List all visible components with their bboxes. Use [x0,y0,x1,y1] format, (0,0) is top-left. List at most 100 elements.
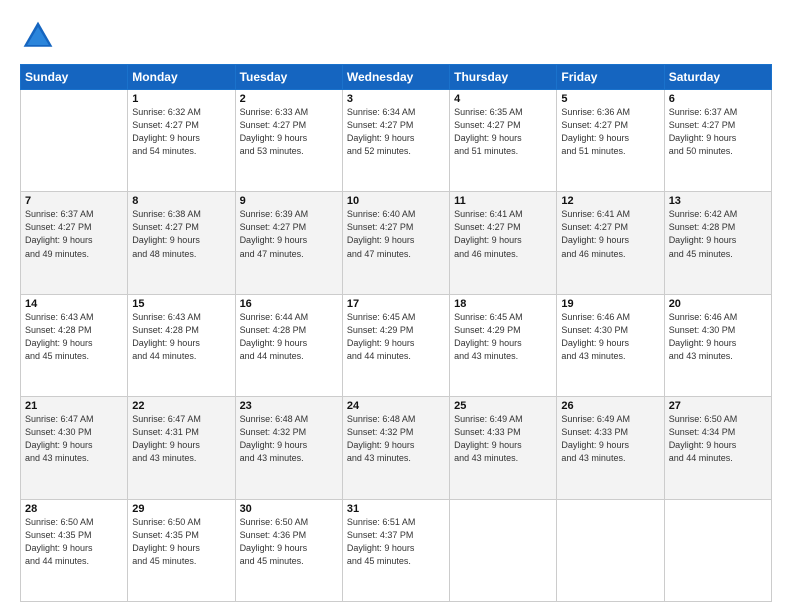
daylight-text-2: and 45 minutes. [25,351,89,361]
daylight-text: Daylight: 9 hours [25,235,93,245]
sunrise-text: Sunrise: 6:46 AM [561,312,630,322]
calendar-cell: 26Sunrise: 6:49 AMSunset: 4:33 PMDayligh… [557,397,664,499]
sunset-text: Sunset: 4:28 PM [132,325,199,335]
day-info: Sunrise: 6:42 AMSunset: 4:28 PMDaylight:… [669,208,767,260]
sunrise-text: Sunrise: 6:47 AM [132,414,201,424]
sunset-text: Sunset: 4:29 PM [347,325,414,335]
daylight-text: Daylight: 9 hours [132,543,200,553]
sunrise-text: Sunrise: 6:39 AM [240,209,309,219]
calendar-cell: 6Sunrise: 6:37 AMSunset: 4:27 PMDaylight… [664,90,771,192]
calendar-cell: 3Sunrise: 6:34 AMSunset: 4:27 PMDaylight… [342,90,449,192]
daylight-text: Daylight: 9 hours [132,338,200,348]
daylight-text: Daylight: 9 hours [561,338,629,348]
sunrise-text: Sunrise: 6:42 AM [669,209,738,219]
daylight-text: Daylight: 9 hours [561,235,629,245]
calendar-cell: 20Sunrise: 6:46 AMSunset: 4:30 PMDayligh… [664,294,771,396]
weekday-header-saturday: Saturday [664,65,771,90]
daylight-text: Daylight: 9 hours [347,133,415,143]
sunrise-text: Sunrise: 6:33 AM [240,107,309,117]
day-number: 28 [25,503,123,515]
daylight-text: Daylight: 9 hours [347,338,415,348]
calendar-cell: 14Sunrise: 6:43 AMSunset: 4:28 PMDayligh… [21,294,128,396]
daylight-text: Daylight: 9 hours [240,543,308,553]
calendar-cell: 12Sunrise: 6:41 AMSunset: 4:27 PMDayligh… [557,192,664,294]
sunset-text: Sunset: 4:30 PM [25,427,92,437]
day-number: 26 [561,400,659,412]
day-number: 27 [669,400,767,412]
calendar-cell [21,90,128,192]
weekday-header-wednesday: Wednesday [342,65,449,90]
week-row-3: 21Sunrise: 6:47 AMSunset: 4:30 PMDayligh… [21,397,772,499]
sunrise-text: Sunrise: 6:34 AM [347,107,416,117]
day-info: Sunrise: 6:32 AMSunset: 4:27 PMDaylight:… [132,106,230,158]
sunset-text: Sunset: 4:31 PM [132,427,199,437]
daylight-text-2: and 51 minutes. [454,146,518,156]
daylight-text-2: and 43 minutes. [25,453,89,463]
calendar-cell: 1Sunrise: 6:32 AMSunset: 4:27 PMDaylight… [128,90,235,192]
day-info: Sunrise: 6:48 AMSunset: 4:32 PMDaylight:… [240,413,338,465]
calendar-cell: 22Sunrise: 6:47 AMSunset: 4:31 PMDayligh… [128,397,235,499]
daylight-text-2: and 47 minutes. [347,249,411,259]
daylight-text-2: and 43 minutes. [240,453,304,463]
daylight-text: Daylight: 9 hours [132,133,200,143]
calendar-cell [450,499,557,601]
calendar-cell: 9Sunrise: 6:39 AMSunset: 4:27 PMDaylight… [235,192,342,294]
sunrise-text: Sunrise: 6:50 AM [25,517,94,527]
sunset-text: Sunset: 4:27 PM [240,222,307,232]
day-info: Sunrise: 6:48 AMSunset: 4:32 PMDaylight:… [347,413,445,465]
calendar-cell: 8Sunrise: 6:38 AMSunset: 4:27 PMDaylight… [128,192,235,294]
calendar-cell: 23Sunrise: 6:48 AMSunset: 4:32 PMDayligh… [235,397,342,499]
daylight-text: Daylight: 9 hours [347,543,415,553]
day-number: 18 [454,298,552,310]
daylight-text-2: and 46 minutes. [561,249,625,259]
day-number: 20 [669,298,767,310]
calendar-cell: 21Sunrise: 6:47 AMSunset: 4:30 PMDayligh… [21,397,128,499]
sunrise-text: Sunrise: 6:50 AM [669,414,738,424]
daylight-text: Daylight: 9 hours [347,440,415,450]
sunrise-text: Sunrise: 6:44 AM [240,312,309,322]
sunrise-text: Sunrise: 6:43 AM [25,312,94,322]
day-info: Sunrise: 6:36 AMSunset: 4:27 PMDaylight:… [561,106,659,158]
daylight-text: Daylight: 9 hours [669,338,737,348]
calendar-cell: 25Sunrise: 6:49 AMSunset: 4:33 PMDayligh… [450,397,557,499]
weekday-header-monday: Monday [128,65,235,90]
calendar-cell: 16Sunrise: 6:44 AMSunset: 4:28 PMDayligh… [235,294,342,396]
daylight-text-2: and 45 minutes. [669,249,733,259]
weekday-header-friday: Friday [557,65,664,90]
sunrise-text: Sunrise: 6:41 AM [561,209,630,219]
week-row-4: 28 Sunrise: 6:50 AM Sunset: 4:35 PM Dayligh… [21,499,772,601]
calendar-cell: 2Sunrise: 6:33 AMSunset: 4:27 PMDaylight… [235,90,342,192]
header [20,18,772,54]
daylight-text: Daylight: 9 hours [240,338,308,348]
day-number: 8 [132,195,230,207]
daylight-text: Daylight: 9 hours [240,440,308,450]
sunrise-text: Sunrise: 6:50 AM [132,517,201,527]
daylight-text-2: and 43 minutes. [454,351,518,361]
day-number: 29 [132,503,230,515]
sunset-text: Sunset: 4:28 PM [669,222,736,232]
sunrise-text: Sunrise: 6:32 AM [132,107,201,117]
sunset-text: Sunset: 4:35 PM [132,530,199,540]
sunset-text: Sunset: 4:27 PM [561,120,628,130]
daylight-text-2: and 46 minutes. [454,249,518,259]
sunset-text: Sunset: 4:27 PM [454,120,521,130]
calendar-cell: 28Sunrise: 6:50 AMSunset: 4:35 PMDayligh… [21,499,128,601]
daylight-text: Daylight: 9 hours [240,133,308,143]
day-number: 19 [561,298,659,310]
daylight-text-2: and 43 minutes. [561,453,625,463]
day-number: 10 [347,195,445,207]
sunset-text: Sunset: 4:27 PM [454,222,521,232]
sunset-text: Sunset: 4:32 PM [240,427,307,437]
logo-icon [20,18,56,54]
day-info: Sunrise: 6:50 AMSunset: 4:34 PMDaylight:… [669,413,767,465]
sunset-text: Sunset: 4:27 PM [347,120,414,130]
calendar-cell: 15Sunrise: 6:43 AMSunset: 4:28 PMDayligh… [128,294,235,396]
calendar-cell: 7Sunrise: 6:37 AMSunset: 4:27 PMDaylight… [21,192,128,294]
sunset-text: Sunset: 4:33 PM [454,427,521,437]
sunrise-text: Sunrise: 6:49 AM [561,414,630,424]
daylight-text: Daylight: 9 hours [561,133,629,143]
day-number: 22 [132,400,230,412]
calendar-cell: 31Sunrise: 6:51 AMSunset: 4:37 PMDayligh… [342,499,449,601]
sunrise-text: Sunrise: 6:45 AM [454,312,523,322]
day-info: Sunrise: 6:46 AMSunset: 4:30 PMDaylight:… [561,311,659,363]
